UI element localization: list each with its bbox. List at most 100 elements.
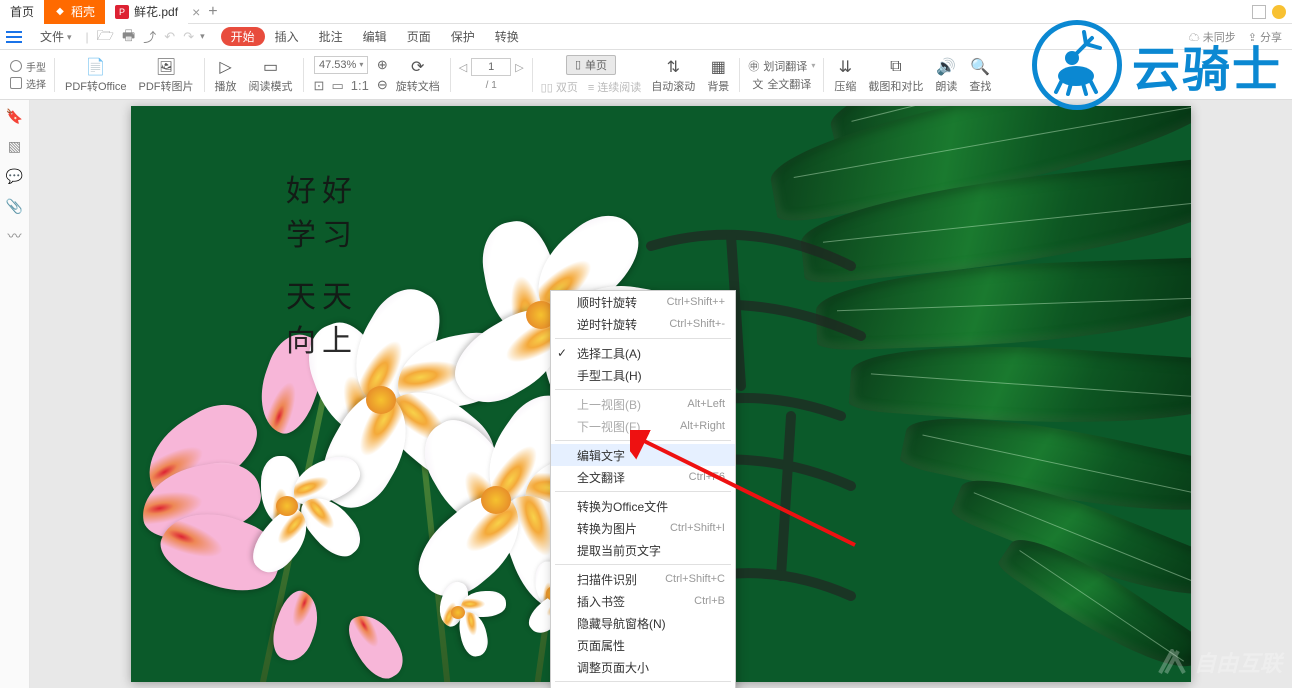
find-button[interactable]: 🔍查找 [963,53,997,97]
zoom-out-icon[interactable]: ⊖ [377,77,388,93]
tabbar-right [1252,5,1292,19]
ctx-rotate-ccw[interactable]: 逆时针旋转Ctrl+Shift+- [551,313,735,335]
ctx-scan-ocr[interactable]: 扫描件识别Ctrl+Shift+C [551,568,735,590]
menu-insert[interactable]: 插入 [265,24,309,50]
tab-add-icon[interactable]: + [200,3,225,21]
rotate-button[interactable]: ⟳旋转文档 [390,53,446,97]
brand-logo-text: 云骑士 [1132,30,1282,100]
word-translate-button[interactable]: ㊥划词翻译▾ [748,58,815,74]
translate-icon: ㊥ [748,58,759,74]
ctx-hide-nav[interactable]: 隐藏导航窗格(N) [551,612,735,634]
play-icon: ▷ [219,56,231,78]
ctx-convert-image[interactable]: 转换为图片Ctrl+Shift+I [551,517,735,539]
single-page-button[interactable]: ▯单页 [566,55,616,75]
double-page-button[interactable]: ▯▯ 双页 [541,79,578,95]
screenshot-button[interactable]: ⧉截图和对比 [862,53,929,97]
brand-logo: 云骑士 [1032,20,1282,110]
auto-scroll-button[interactable]: ⇅自动滚动 [645,53,701,97]
continuous-read-button[interactable]: ≡ 连续阅读 [588,79,641,95]
bg-icon: ▦ [711,56,726,78]
tab-app[interactable]: ◆ 稻壳 [44,0,105,24]
check-icon: ✓ [557,346,567,360]
signature-icon[interactable]: 〰 [7,228,23,244]
full-translate-button[interactable]: 文全文翻译 [752,76,811,92]
select-tool[interactable]: 选择 [10,76,46,91]
speaker-icon: 🔊 [936,56,956,78]
book-icon: ▭ [263,56,278,78]
left-rail: 🔖 ▧ 💬 📎 〰 [0,100,30,688]
hand-tool[interactable]: 手型 [10,59,46,74]
ctx-resize-page[interactable]: 调整页面大小 [551,656,735,678]
zoom-in-icon[interactable]: ⊕ [377,57,388,73]
pdf-icon: P [115,5,129,19]
ctx-extract-text[interactable]: 提取当前页文字 [551,539,735,561]
tab-home-label: 首页 [10,3,34,20]
context-menu: 顺时针旋转Ctrl+Shift++ 逆时针旋转Ctrl+Shift+- ✓选择工… [550,290,736,688]
toolbar-undo-icon[interactable]: ↶ [160,29,179,45]
ctx-page-props[interactable]: 页面属性 [551,634,735,656]
tab-document-label: 鲜花.pdf [134,3,178,20]
window-status-icon[interactable] [1272,5,1286,19]
ctx-prev-view: 上一视图(B)Alt+Left [551,393,735,415]
zoom-value-input[interactable]: 47.53% ▾ [314,56,368,74]
attachment-icon[interactable]: 📎 [7,198,23,214]
comment-icon[interactable]: 💬 [7,168,23,184]
bookmark-icon[interactable]: 🔖 [7,108,23,124]
search-icon: 🔍 [970,56,990,78]
menu-start[interactable]: 开始 [221,27,265,46]
chevron-down-icon: ▾ [67,24,72,50]
prev-page-icon[interactable]: ◁ [459,61,467,74]
screenshot-icon: ⧉ [890,56,901,78]
zoom-100-icon[interactable]: 1:1 [349,78,371,94]
ctx-hand-tool[interactable]: 手型工具(H) [551,364,735,386]
menu-edit[interactable]: 编辑 [353,24,397,50]
cursor-tool-group: 手型 选择 [6,59,50,91]
ctx-next-view: 下一视图(F)Alt+Right [551,415,735,437]
menu-file[interactable]: 文件 ▾ [30,24,82,50]
menu-page[interactable]: 页面 [397,24,441,50]
brand-logo-icon [1032,20,1122,110]
zoom-fit-icon[interactable]: ⊡ [312,78,327,94]
tab-app-label: 稻壳 [71,3,95,20]
rotate-icon: ⟳ [411,56,424,78]
ctx-full-translate[interactable]: 全文翻译Ctrl+F6 [551,466,735,488]
page-number-input[interactable]: 1 [471,58,511,76]
menu-protect[interactable]: 保护 [441,24,485,50]
next-page-icon[interactable]: ▷ [515,61,523,74]
translate-full-icon: 文 [752,76,763,92]
menu-comment[interactable]: 批注 [309,24,353,50]
ctx-insert-bookmark[interactable]: 插入书签Ctrl+B [551,590,735,612]
play-button[interactable]: ▷播放 [209,53,243,97]
ctx-edit-text[interactable]: 编辑文字 [551,444,735,466]
toolbar-open-icon[interactable]: 🗁 [93,25,118,49]
read-aloud-button[interactable]: 🔊朗读 [929,53,963,97]
hamburger-icon[interactable] [6,31,22,43]
scroll-icon: ⇅ [667,56,680,78]
page-icon: ▯ [575,58,581,71]
thumbnail-icon[interactable]: ▧ [7,138,23,154]
image-icon: 🖼 [156,56,176,78]
toolbar-redo-icon[interactable]: ↷ [179,29,198,45]
app-icon: ◆ [54,6,66,18]
pdf-to-image-button[interactable]: 🖼PDF转图片 [133,53,200,97]
ctx-convert-office[interactable]: 转换为Office文件 [551,495,735,517]
pdf-to-office-button[interactable]: 📄PDF转Office [59,53,133,97]
background-button[interactable]: ▦背景 [701,53,735,97]
tab-document[interactable]: P 鲜花.pdf [105,0,188,24]
toolbar-print-icon[interactable]: 🖶 [118,25,139,49]
tab-home[interactable]: 首页 [0,0,44,24]
ctx-rotate-cw[interactable]: 顺时针旋转Ctrl+Shift++ [551,291,735,313]
zoom-width-icon[interactable]: ▭ [329,78,345,94]
canvas[interactable]: 好好 学习 天天 向上 [30,100,1292,688]
menu-file-label: 文件 [40,24,64,50]
ctx-select-tool[interactable]: ✓选择工具(A) [551,342,735,364]
compress-button[interactable]: ⇊压缩 [828,53,862,97]
window-layout-icon[interactable] [1252,5,1266,19]
tab-close-icon[interactable]: × [192,4,200,20]
watermark: 自由互联 [1158,646,1282,678]
menu-convert[interactable]: 转换 [485,24,529,50]
content-area: 🔖 ▧ 💬 📎 〰 [0,100,1292,688]
chevron-down-icon[interactable]: ▾ [198,31,207,42]
read-mode-button[interactable]: ▭阅读模式 [243,53,299,97]
toolbar-share-icon[interactable]: ⤴ [139,27,160,46]
